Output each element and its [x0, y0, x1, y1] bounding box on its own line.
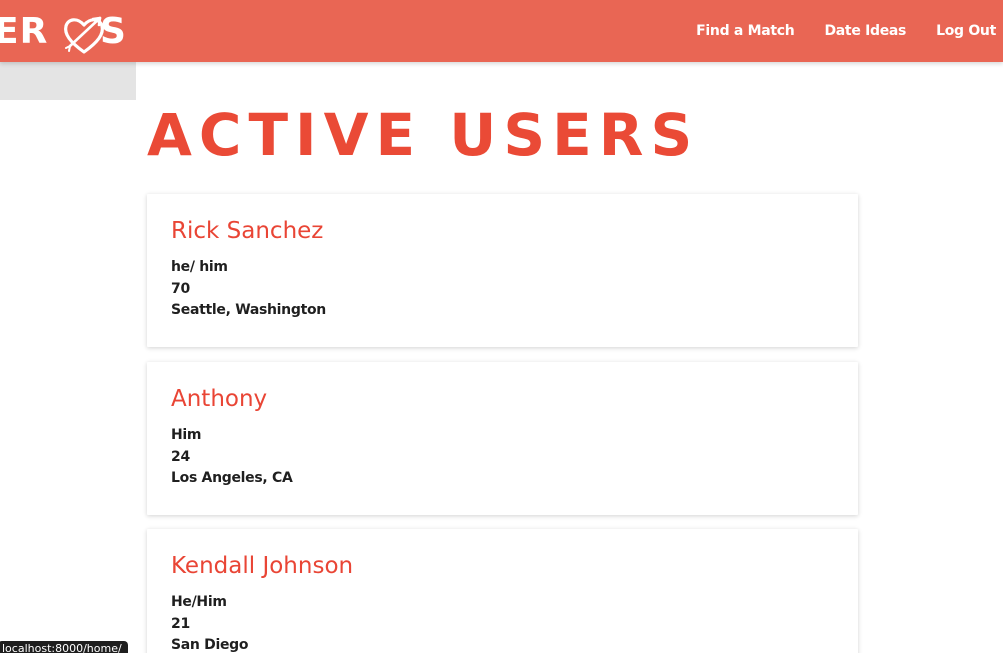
user-location: San Diego [171, 637, 249, 653]
logo-text-right: S [100, 11, 127, 52]
nav-date-ideas-link[interactable]: Date Ideas [824, 23, 906, 39]
user-age: 24 [171, 449, 190, 465]
user-pronouns: He/Him [171, 594, 227, 610]
user-card[interactable]: Anthony Him 24 Los Angeles, CA [147, 362, 858, 515]
page-title: Active Users [147, 101, 700, 169]
link-preview-status-bar: localhost:8000/home/ [0, 641, 128, 653]
logo-text-left: ER [0, 11, 49, 52]
user-card[interactable]: Kendall Johnson He/Him 21 San Diego [147, 529, 858, 653]
user-name: Anthony [171, 386, 268, 412]
nav-find-a-match-link[interactable]: Find a Match [696, 23, 795, 39]
user-age: 21 [171, 616, 190, 632]
user-location: Los Angeles, CA [171, 470, 293, 486]
user-name: Rick Sanchez [171, 218, 324, 244]
top-navbar: Find a Match Date Ideas Log Out [0, 0, 1003, 62]
user-pronouns: Him [171, 427, 202, 443]
user-pronouns: he/ him [171, 259, 228, 275]
nav-log-out-link[interactable]: Log Out [936, 23, 996, 39]
user-location: Seattle, Washington [171, 302, 326, 318]
eros-logo[interactable]: ER S [0, 0, 136, 62]
nav-links: Find a Match Date Ideas Log Out [696, 0, 996, 62]
user-name: Kendall Johnson [171, 553, 354, 579]
user-age: 70 [171, 281, 190, 297]
user-card[interactable]: Rick Sanchez he/ him 70 Seattle, Washing… [147, 194, 858, 347]
